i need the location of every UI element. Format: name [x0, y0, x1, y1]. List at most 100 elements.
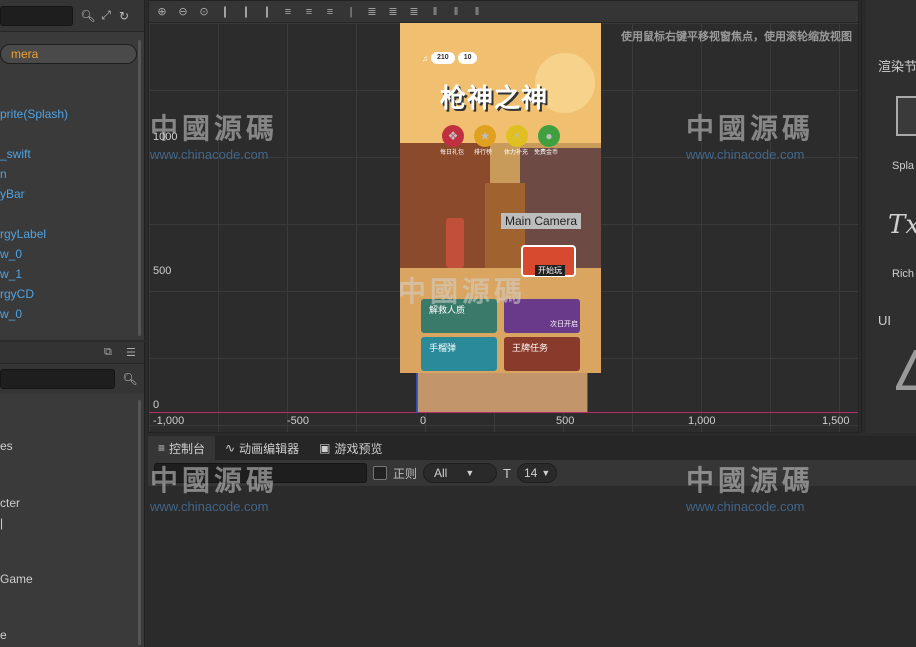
tree-node[interactable] — [0, 64, 137, 84]
watermark-url: www.chinacode.com — [150, 147, 269, 162]
distribute-right-icon[interactable]: ‖ — [468, 4, 486, 20]
regex-checkbox[interactable] — [373, 466, 387, 480]
tree-node-swift[interactable]: _swift — [0, 144, 137, 164]
icon-label: 免费金币 — [534, 150, 559, 156]
asset-node[interactable]: | — [0, 516, 3, 530]
chevron-down-icon: ▼ — [541, 468, 551, 478]
search-icon[interactable]: 🔍︎ — [121, 370, 139, 388]
tile-grenade[interactable]: 手榴弹 — [421, 337, 497, 371]
tree-node-w0[interactable]: w_0 — [0, 244, 137, 264]
zoom-out-icon[interactable]: ⊖ — [174, 4, 192, 20]
start-game-button[interactable]: 开始玩 — [521, 245, 576, 277]
y-tick-label: 500 — [153, 265, 172, 277]
zoom-reset-icon[interactable]: ⊙ — [195, 4, 213, 20]
hierarchy-panel: 🔍︎ ⤢ ↻ mera prite(Splash) _swift n yBar … — [0, 0, 145, 340]
asset-node[interactable]: Game — [0, 572, 33, 586]
align-middle-icon[interactable]: ≡ — [300, 4, 318, 20]
distribute-left-icon[interactable]: ‖ — [426, 4, 444, 20]
scene-hint-text: 使用鼠标右键平移视窗焦点，使用滚轮缩放视图 — [621, 31, 852, 43]
watermark-url: www.chinacode.com — [686, 147, 805, 162]
assets-panel: ⧉ ☰ 🔍︎ es cter | Game e — [0, 342, 145, 647]
align-left-icon[interactable]: ❙ — [216, 4, 234, 20]
widget-list: 渲染节 Spla Tx Rich UI — [866, 0, 916, 433]
hierarchy-tree: mera prite(Splash) _swift n yBar rgyLabe… — [0, 44, 137, 324]
icon-label: 每日礼包 — [440, 150, 465, 156]
rich-label: Rich — [892, 268, 915, 280]
search-icon[interactable]: 🔍︎ — [79, 7, 97, 25]
font-size-icon: T — [503, 465, 511, 481]
expand-icon[interactable]: ⤢ — [97, 7, 115, 25]
y-tick-label: 0 — [153, 399, 160, 411]
tree-node[interactable] — [0, 124, 137, 144]
x-tick-label: 1,500 — [822, 415, 850, 427]
music-icon[interactable]: ♫ — [422, 54, 428, 63]
start-game-label: 开始玩 — [535, 265, 565, 276]
sprite-splash-icon[interactable] — [896, 96, 916, 136]
refresh-icon[interactable]: ↻ — [115, 7, 133, 25]
trophy-icon[interactable]: ★ — [474, 125, 496, 147]
tree-node-w0b[interactable]: w_0 — [0, 304, 137, 324]
triangle-icon[interactable] — [896, 350, 916, 390]
asset-node[interactable]: cter — [0, 496, 20, 510]
distribute-top-icon[interactable]: ≣ — [363, 4, 381, 20]
regex-label: 正则 — [393, 466, 418, 481]
tree-node-splash[interactable]: prite(Splash) — [0, 104, 137, 124]
watermark-text: 中國源碼 — [686, 464, 815, 497]
game-canvas-preview[interactable]: ♫ 210 10 枪神之神 ❖ ★ ⚡︎ ● 每日礼包 排行榜 体力补充 免费金… — [400, 23, 601, 373]
menu-icon[interactable]: ☰ — [126, 346, 136, 359]
tab-animation-editor[interactable]: ∿ 动画编辑器 — [215, 436, 309, 460]
maximize-icon[interactable]: ⧉ — [104, 346, 112, 359]
watermark-text: 中國源碼 — [686, 112, 815, 145]
game-hud: ♫ 210 10 — [422, 51, 478, 65]
tab-console[interactable]: ≡ 控制台 — [148, 436, 216, 460]
zoom-in-icon[interactable]: ⊕ — [153, 4, 171, 20]
lightning-icon[interactable]: ⚡︎ — [506, 125, 528, 147]
align-top-icon[interactable]: ≡ — [279, 4, 297, 20]
watermark-url: www.chinacode.com — [686, 499, 805, 514]
tree-node[interactable] — [0, 204, 137, 224]
distribute-bottom-icon[interactable]: ≣ — [405, 4, 423, 20]
log-level-select[interactable]: All ▼ — [423, 463, 498, 483]
hierarchy-scrollbar[interactable] — [138, 40, 141, 336]
asset-node[interactable]: es — [0, 439, 13, 453]
assets-toolbar: 🔍︎ — [0, 364, 144, 394]
tree-node-ybar[interactable]: yBar — [0, 184, 137, 204]
align-bottom-icon[interactable]: ≡ — [321, 4, 339, 20]
distribute-middle-icon[interactable]: ≣ — [384, 4, 402, 20]
align-center-icon[interactable]: ❙ — [237, 4, 255, 20]
game-icon-row: ❖ ★ ⚡︎ ● — [442, 125, 560, 147]
console-icon: ≡ — [158, 441, 166, 455]
watermark: 中國源碼 www.chinacode.com — [150, 459, 278, 514]
free-coins-icon[interactable]: ● — [538, 125, 560, 147]
tab-label: 动画编辑器 — [239, 441, 300, 456]
tree-node[interactable] — [0, 84, 137, 104]
align-right-icon[interactable]: ❙ — [258, 4, 276, 20]
daily-gift-icon[interactable]: ❖ — [442, 125, 464, 147]
assets-scrollbar[interactable] — [138, 400, 141, 645]
tab-game-preview[interactable]: ▣ 游戏预览 — [309, 436, 392, 460]
widget-panel: 渲染节 Spla Tx Rich UI — [861, 0, 916, 433]
tile-ace-mission[interactable]: 王牌任务 — [504, 337, 580, 371]
asset-node[interactable]: e — [0, 628, 7, 642]
tree-node-energy-cd[interactable]: rgyCD — [0, 284, 137, 304]
watermark-url: www.chinacode.com — [150, 499, 269, 514]
splash-label: Spla — [892, 160, 915, 172]
watermark-text: 中國源碼 — [398, 275, 527, 308]
watermark: 中國源碼 — [398, 270, 526, 310]
watermark: 中國源碼 www.chinacode.com — [150, 107, 278, 162]
hierarchy-search-input[interactable] — [0, 5, 73, 26]
tree-node-w1[interactable]: w_1 — [0, 264, 137, 284]
main-camera-label: Main Camera — [501, 213, 582, 229]
tree-node-energy-label[interactable]: rgyLabel — [0, 224, 137, 244]
tile-label: 王牌任务 — [512, 343, 549, 353]
watermark: 中國源碼 www.chinacode.com — [686, 459, 814, 514]
coin-counter: 210 — [431, 52, 455, 64]
assets-search-input[interactable] — [0, 369, 115, 389]
tree-node-main-camera[interactable]: mera — [0, 44, 137, 64]
tree-node-n[interactable]: n — [0, 164, 137, 184]
x-tick-label: -500 — [287, 415, 310, 427]
font-size-select[interactable]: 14 ▼ — [516, 463, 557, 483]
scene-view[interactable]: ⊕ ⊖ ⊙ ❙ ❙ ❙ ≡ ≡ ≡ | ≣ ≣ ≣ ‖ ‖ ‖ -1,000 -… — [148, 0, 859, 433]
distribute-center-icon[interactable]: ‖ — [447, 4, 465, 20]
richtext-icon[interactable]: Tx — [888, 210, 916, 240]
